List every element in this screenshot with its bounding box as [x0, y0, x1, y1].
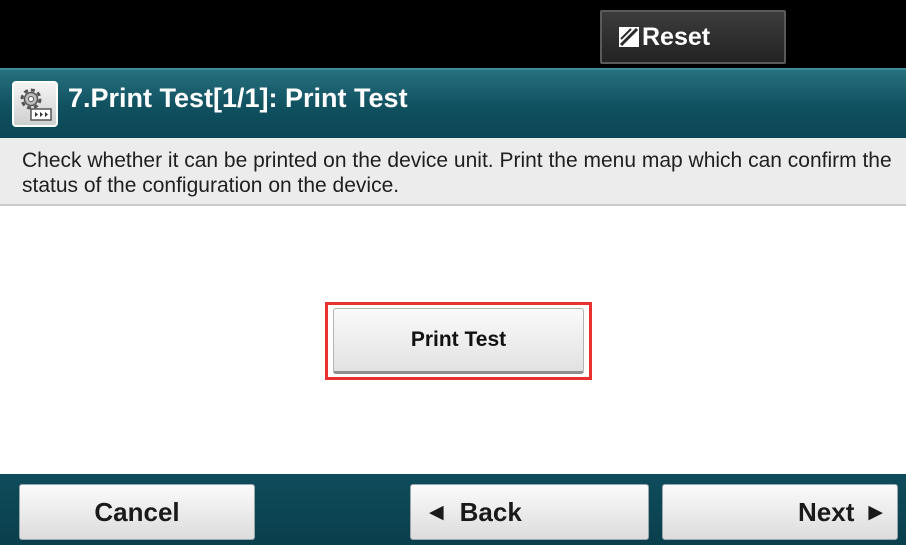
- page-title: 7.Print Test[1/1]: Print Test: [68, 82, 408, 113]
- reset-label: Reset: [642, 22, 711, 51]
- title-bar: 7.Print Test[1/1]: Print Test: [0, 68, 906, 138]
- device-panel-screen: Reset 7.Print Test[1/1]: Print Test Chec…: [0, 0, 906, 545]
- description-text: Check whether it can be printed on the d…: [0, 138, 906, 206]
- back-button[interactable]: ◀ Back: [410, 484, 649, 540]
- next-label: Next: [798, 496, 855, 527]
- back-label: Back: [459, 496, 522, 527]
- top-bar: Reset: [0, 0, 906, 68]
- reset-button[interactable]: Reset: [600, 10, 786, 64]
- back-arrow-icon: ◀: [429, 501, 444, 523]
- print-test-button[interactable]: Print Test: [333, 308, 584, 374]
- main-area: Print Test: [0, 206, 906, 474]
- bottom-bar: Cancel ◀ Back Next ▶: [0, 474, 906, 545]
- cancel-label: Cancel: [94, 496, 180, 527]
- settings-gear-icon: [12, 81, 58, 127]
- cancel-button[interactable]: Cancel: [19, 484, 255, 540]
- reset-slash-icon: [618, 26, 640, 48]
- next-arrow-icon: ▶: [868, 501, 883, 523]
- next-button[interactable]: Next ▶: [662, 484, 898, 540]
